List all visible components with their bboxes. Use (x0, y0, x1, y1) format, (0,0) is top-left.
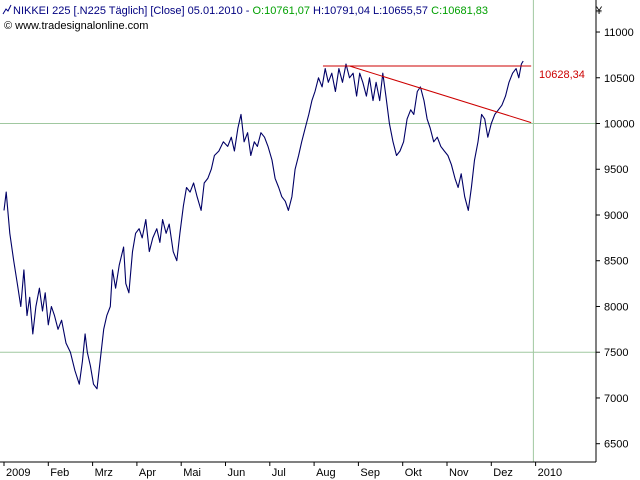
x-tick-label-Apr: Apr (139, 467, 156, 479)
header-open: O:10761,07 (253, 5, 311, 17)
chart-window: NIKKEI 225 [.N225 Täglich] [Close] 05.01… (0, 0, 640, 480)
grid-layer (0, 0, 596, 462)
y-tick-label-7000: 7000 (604, 393, 628, 405)
header-line: NIKKEI 225 [.N225 Täglich] [Close] 05.01… (13, 5, 488, 17)
copyright-text: © www.tradesignalonline.com (4, 20, 148, 32)
x-tick-label-Nov: Nov (449, 467, 469, 479)
header-low: L:10655,57 (370, 5, 428, 17)
x-tick-label-Mrz: Mrz (95, 467, 113, 479)
x-tick-label-Dez: Dez (493, 467, 513, 479)
header-close: C:10681,83 (428, 5, 488, 17)
price-chart: NIKKEI 225 [.N225 Täglich] [Close] 05.01… (0, 0, 635, 479)
x-tick-label-Mai: Mai (183, 467, 201, 479)
y-tick-label-6500: 6500 (604, 439, 628, 451)
price-line-0 (3, 60, 524, 390)
x-tick-label-Aug: Aug (316, 467, 336, 479)
header-title: NIKKEI 225 [.N225 Täglich] [Close] 05.01… (13, 5, 253, 17)
line-chart-icon (2, 4, 12, 15)
y-tick-label-7500: 7500 (604, 347, 628, 359)
annotation-layer: 10628,34 (322, 65, 585, 124)
y-tick-label-11000: 11000 (604, 27, 634, 39)
chart-header: NIKKEI 225 [.N225 Täglich] [Close] 05.01… (2, 4, 488, 32)
x-tick-label-Jun: Jun (228, 467, 246, 479)
y-tick-label-10000: 10000 (604, 119, 635, 131)
resistance-value-label: 10628,34 (539, 69, 585, 81)
x-tick-label-2010: 2010 (538, 467, 562, 479)
series-layer (3, 60, 524, 390)
y-axis-ticks: 6500 7000 7500 8000 8500 9000 9500 10000 10500 11… (596, 27, 635, 451)
x-tick-label-Jul: Jul (272, 467, 286, 479)
y-tick-label-9500: 9500 (604, 164, 628, 176)
y-tick-label-9000: 9000 (604, 210, 628, 222)
x-tick-label-2009: 2009 (6, 467, 30, 479)
x-tick-label-Sep: Sep (360, 467, 380, 479)
x-axis-ticks: 2009 Feb Mrz Apr Mai Jun Jul Aug Sep Okt Nov Dez 201… (3, 462, 562, 479)
x-tick-label-Feb: Feb (50, 467, 69, 479)
header-high: H:10791,04 (310, 5, 370, 17)
trend-line (349, 65, 532, 124)
y-tick-label-10500: 10500 (604, 73, 635, 85)
x-tick-label-Okt: Okt (405, 467, 422, 479)
y-tick-label-8500: 8500 (604, 256, 628, 268)
y-tick-label-8000: 8000 (604, 301, 628, 313)
